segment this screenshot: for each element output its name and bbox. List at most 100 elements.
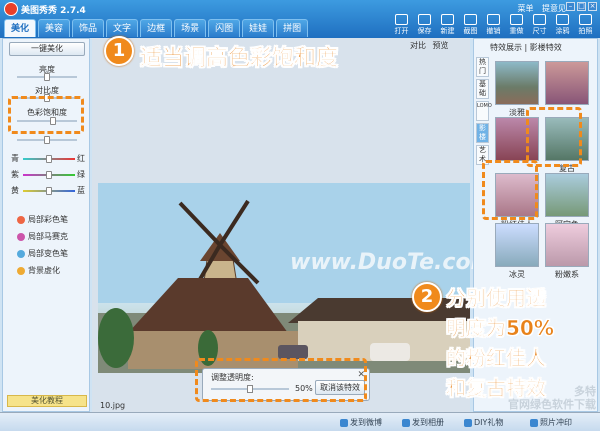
red-label: 红 [77,154,85,163]
effect-ice[interactable]: 冰灵 [494,223,540,280]
effect-preview [545,61,589,105]
screenshot-button[interactable]: 截图 [460,14,481,36]
cyan-red-slider[interactable] [23,155,75,163]
effect-preview [495,61,539,105]
callout-line: 分别使用透 [446,286,546,311]
category-basic[interactable]: 基础 [476,79,489,99]
compare-button[interactable]: 对比 [410,41,426,50]
tab-doll[interactable]: 娃娃 [242,19,275,37]
blur-icon [17,266,25,275]
callout-line: 明度为50% [446,316,554,341]
status-label: 发到微博 [350,418,382,427]
scissors-icon [464,14,477,25]
watermark-line: 多特 [574,385,596,398]
tab-cosmetic[interactable]: 美容 [38,19,71,37]
tool-label: 局部变色笔 [28,249,68,258]
sharpen-slider[interactable] [17,136,77,144]
category-lomo[interactable]: LOMO [476,101,492,121]
photo-canvas[interactable] [98,183,470,373]
compare-controls: 对比 预览 [410,40,449,51]
tab-flash[interactable]: 闪图 [208,19,241,37]
doodle-label: 涂鸦 [555,27,570,35]
effect-categories: 热门 基础 LOMO 影楼 艺术 [476,57,492,167]
brightness-slider[interactable] [17,73,77,81]
tab-collage[interactable]: 拼图 [276,19,309,37]
tab-frame[interactable]: 边框 [140,19,173,37]
app-logo-icon [4,2,18,16]
effect-pink-tender[interactable]: 粉嫩系 [544,223,590,280]
doodle-button[interactable]: 涂鸦 [552,14,573,36]
slider-knob[interactable] [46,171,52,179]
callout-line: 的粉红佳人 [446,346,546,371]
undo-button[interactable]: 撤销 [483,14,504,36]
slider-knob[interactable] [46,187,52,195]
category-hot[interactable]: 热门 [476,57,489,77]
category-studio[interactable]: 影楼 [476,123,489,143]
camera-label: 拍照 [578,27,593,35]
magenta-label: 紫 [11,170,19,179]
app-window: 美图秀秀 2.7.4 菜单 提意见 – □ × 美化 美容 饰品 文字 边框 场… [0,0,600,431]
window-controls: – □ × [566,2,597,11]
effects-header: 特效展示 | 影楼特效 [490,43,562,52]
feedback-link[interactable]: 提意见 [542,4,566,13]
redo-icon [510,14,523,25]
status-bar: 发到微博 发到相册 DIY礼物 照片冲印 [0,412,600,431]
effect-abao[interactable]: 阿宝色 [544,173,590,230]
screenshot-label: 截图 [463,27,478,35]
file-name: 10.jpg [100,401,126,410]
camera-button[interactable]: 拍照 [575,14,596,36]
color-change-icon [17,249,25,258]
tutorial-button[interactable]: 美化教程 [7,395,87,407]
tab-text[interactable]: 文字 [106,19,139,37]
undo-label: 撤销 [486,27,501,35]
preview-button[interactable]: 预览 [433,41,449,50]
slider-knob[interactable] [44,73,50,81]
tab-scene[interactable]: 场景 [174,19,207,37]
retro-highlight [526,107,582,167]
photo-image [98,183,470,373]
background-blur[interactable]: 背景虚化 [17,265,60,276]
effect-label: 粉嫩系 [555,270,579,279]
resize-icon [533,14,546,25]
minimize-icon[interactable]: – [566,2,575,11]
tab-accessories[interactable]: 饰品 [72,19,105,37]
auto-beautify-button[interactable]: 一键美化 [9,42,85,56]
magenta-green-slider[interactable] [23,171,75,179]
menu-link[interactable]: 菜单 [517,4,533,13]
new-button[interactable]: 新建 [437,14,458,36]
close-icon[interactable]: × [588,2,597,11]
photo-watermark: www.DuoTe.com [290,250,494,275]
local-recolor-pen[interactable]: 局部变色笔 [17,248,68,259]
title-bar: 美图秀秀 2.7.4 菜单 提意见 – □ × 美化 美容 饰品 文字 边框 场… [0,0,600,38]
photo-print[interactable]: 照片冲印 [530,417,572,428]
share-album[interactable]: 发到相册 [402,417,444,428]
slider-knob[interactable] [44,136,50,144]
site-watermark: 多特 官网绿色软件下载 [508,385,596,411]
resize-button[interactable]: 尺寸 [529,14,550,36]
local-color-pen[interactable]: 局部彩色笔 [17,214,68,225]
redo-button[interactable]: 重做 [506,14,527,36]
effect-thumb[interactable] [544,61,590,107]
diy-gift[interactable]: DIY礼物 [464,417,503,428]
local-mosaic[interactable]: 局部马赛克 [17,231,68,242]
pink-lady-highlight [482,160,538,220]
save-button[interactable]: 保存 [414,14,435,36]
open-label: 打开 [394,27,409,35]
cyan-label: 青 [11,154,19,163]
tool-label: 背景虚化 [28,266,60,275]
album-icon [402,418,410,427]
tab-beautify[interactable]: 美化 [4,19,37,37]
new-icon [441,14,454,25]
green-label: 绿 [77,170,85,179]
yellow-blue-slider[interactable] [23,187,75,195]
slider-knob[interactable] [46,155,52,163]
yellow-label: 黄 [11,186,19,195]
status-label: 照片冲印 [540,418,572,427]
app-title: 美图秀秀 2.7.4 [21,6,86,16]
opacity-highlight [195,358,367,402]
open-button[interactable]: 打开 [391,14,412,36]
share-weibo[interactable]: 发到微博 [340,417,382,428]
maximize-icon[interactable]: □ [577,2,586,11]
brush-icon [556,14,569,25]
blue-label: 蓝 [77,186,85,195]
